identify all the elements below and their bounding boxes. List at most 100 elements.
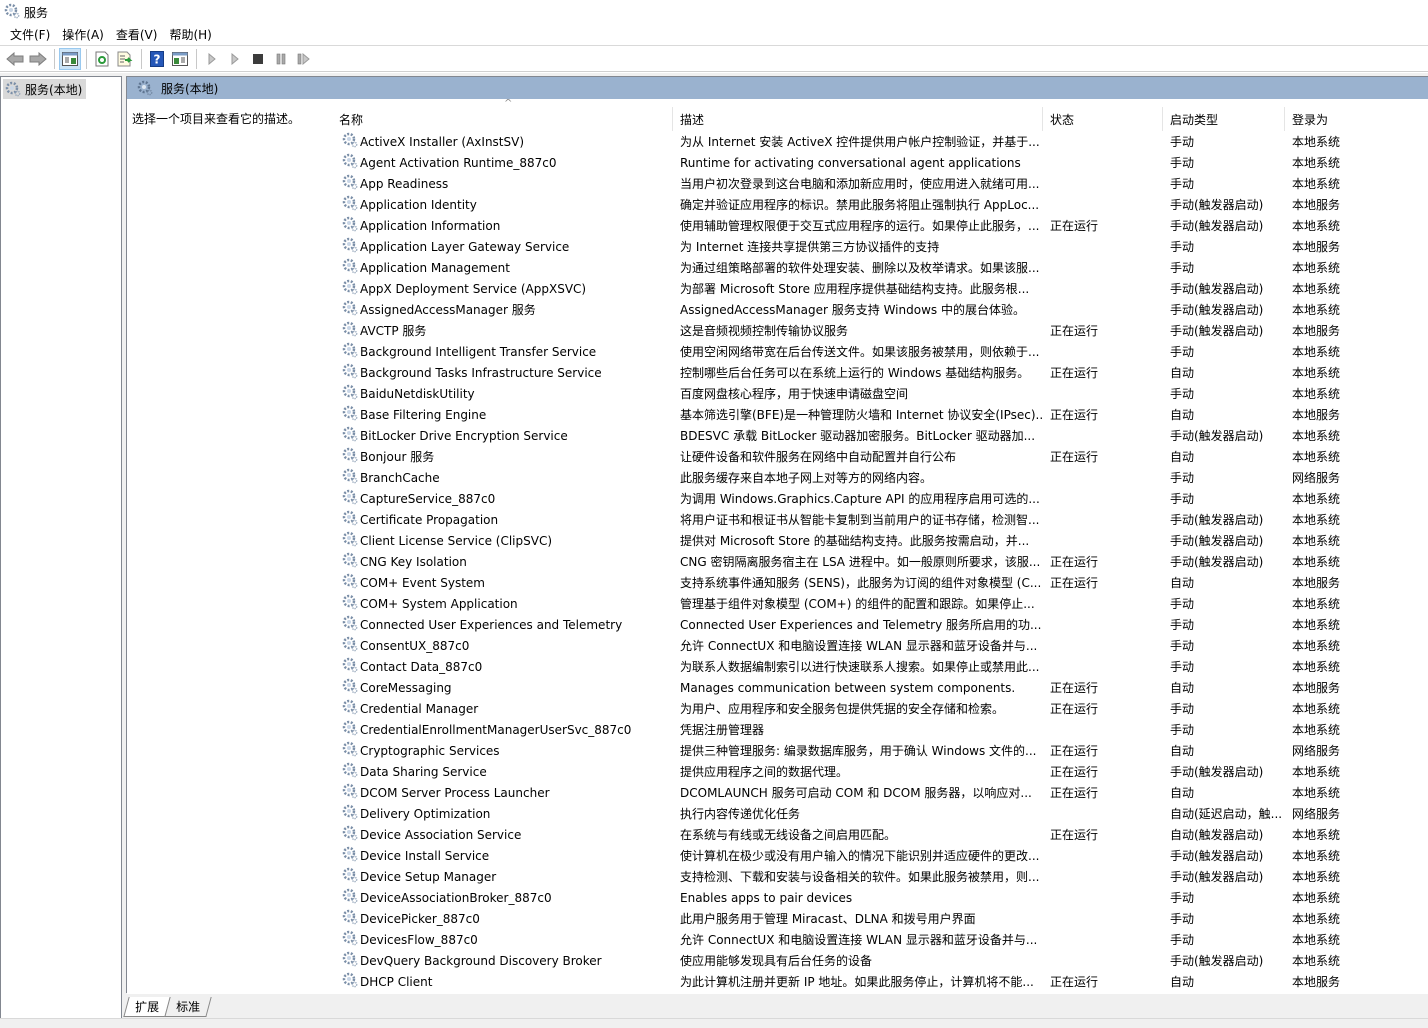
start-service-button[interactable] [201, 48, 223, 70]
service-row[interactable]: BranchCache 此服务缓存来自本地子网上对等方的网络内容。 手动 网络服务 [332, 467, 1428, 488]
service-row[interactable]: Device Association Service 在系统与有线或无线设备之间启… [332, 824, 1428, 845]
start-service-alt-button[interactable] [224, 48, 246, 70]
tree-node-services-local[interactable]: 服务(本地) [3, 79, 87, 99]
service-row[interactable]: Application Layer Gateway Service 为 Inter… [332, 236, 1428, 257]
service-row[interactable]: Bonjour 服务 让硬件设备和软件服务在网络中自动配置并自行公布 正在运行 自动 本… [332, 446, 1428, 467]
service-status: 正在运行 [1050, 555, 1099, 569]
service-row[interactable]: Application Information 使用辅助管理权限便于交互式应用程序… [332, 215, 1428, 236]
service-row[interactable]: BitLocker Drive Encryption Service BDESVC… [332, 425, 1428, 446]
service-row[interactable]: CaptureService_887c0 为调用 Windows.Graphics… [332, 488, 1428, 509]
service-row[interactable]: ConsentUX_887c0 允许 ConnectUX 和电脑设置连接 WLAN… [332, 635, 1428, 656]
column-header-startup-type[interactable]: 启动类型 [1163, 107, 1285, 131]
service-row[interactable]: Application Management 为通过组策略部署的软件处理安装、删除… [332, 257, 1428, 278]
menu-action[interactable]: 操作(A) [56, 26, 110, 43]
service-row[interactable]: BaiduNetdiskUtility 百度网盘核心程序，用于快速申请磁盘空间 手动… [332, 383, 1428, 404]
service-row[interactable]: DevQuery Background Discovery Broker 使应用能… [332, 950, 1428, 971]
tab-extended[interactable]: 扩展 [123, 997, 171, 1017]
pause-service-button[interactable] [270, 48, 292, 70]
service-startup-type: 手动(触发器启动) [1170, 282, 1264, 296]
service-description: 当用户初次登录到这台电脑和添加新应用时，使应用进入就绪可用... [680, 177, 1040, 191]
service-row[interactable]: ActiveX Installer (AxInstSV) 为从 Internet … [332, 131, 1428, 152]
service-row[interactable]: App Readiness 当用户初次登录到这台电脑和添加新应用时，使应用进入就绪… [332, 173, 1428, 194]
service-row[interactable]: Data Sharing Service 提供应用程序之间的数据代理。 正在运行 手动… [332, 761, 1428, 782]
service-row[interactable]: Background Tasks Infrastructure Service 控… [332, 362, 1428, 383]
tab-label: 标准 [176, 1000, 201, 1014]
pane-header: 服务(本地) [127, 77, 1428, 99]
show-hide-action-pane-button[interactable] [169, 48, 191, 70]
service-gear-icon [342, 657, 358, 676]
service-row[interactable]: DeviceAssociationBroker_887c0 Enables app… [332, 887, 1428, 908]
refresh-button[interactable] [91, 48, 113, 70]
services-list[interactable]: 名称 ^ 描述 状态 启动类型 登录为 ActiveX Installer (Ax… [332, 99, 1428, 994]
service-log-on-as: 本地系统 [1292, 135, 1341, 149]
service-row[interactable]: DHCP Client 为此计算机注册并更新 IP 地址。如果此服务停止，计算机将… [332, 971, 1428, 992]
service-row[interactable]: Credential Manager 为用户、应用程序和安全服务包提供凭据的安全存… [332, 698, 1428, 719]
service-startup-type: 自动 [1170, 786, 1195, 800]
service-row[interactable]: CNG Key Isolation CNG 密钥隔离服务宿主在 LSA 进程中。如… [332, 551, 1428, 572]
service-log-on-as: 本地系统 [1292, 177, 1341, 191]
service-row[interactable]: Application Identity 确定并验证应用程序的标识。禁用此服务将阻… [332, 194, 1428, 215]
menu-file[interactable]: 文件(F) [4, 26, 56, 43]
column-header-log-on-as[interactable]: 登录为 [1285, 107, 1428, 131]
service-name-cell: AppX Deployment Service (AppXSVC) [332, 279, 673, 298]
menu-help[interactable]: 帮助(H) [163, 26, 217, 43]
service-row[interactable]: COM+ System Application 管理基于组件对象模型 (COM+)… [332, 593, 1428, 614]
service-description: 提供三种管理服务: 编录数据库服务，用于确认 Windows 文件的... [680, 744, 1037, 758]
service-row[interactable]: Background Intelligent Transfer Service 使… [332, 341, 1428, 362]
service-row[interactable]: DevicesFlow_887c0 允许 ConnectUX 和电脑设置连接 WL… [332, 929, 1428, 950]
service-description: 为用户、应用程序和安全服务包提供凭据的安全存储和检索。 [680, 702, 1005, 716]
service-gear-icon [342, 699, 358, 718]
service-name-cell: CNG Key Isolation [332, 552, 673, 571]
column-header-description[interactable]: 描述 [673, 107, 1043, 131]
resume-service-button[interactable] [293, 48, 315, 70]
service-name-cell: BaiduNetdiskUtility [332, 384, 673, 403]
back-button[interactable] [4, 48, 26, 70]
stop-service-button[interactable] [247, 48, 269, 70]
service-log-on-as: 本地系统 [1292, 639, 1341, 653]
column-header-status[interactable]: 状态 [1043, 107, 1163, 131]
list-rows: ActiveX Installer (AxInstSV) 为从 Internet … [332, 131, 1428, 992]
service-description: 此服务缓存来自本地子网上对等方的网络内容。 [680, 471, 933, 485]
service-startup-type: 手动 [1170, 156, 1195, 170]
service-row[interactable]: COM+ Event System 支持系统事件通知服务 (SENS)，此服务为订… [332, 572, 1428, 593]
menu-view[interactable]: 查看(V) [110, 26, 164, 43]
service-log-on-as: 本地服务 [1292, 975, 1341, 989]
service-row[interactable]: Contact Data_887c0 为联系人数据编制索引以进行快速联系人搜索。如… [332, 656, 1428, 677]
service-row[interactable]: Certificate Propagation 将用户证书和根证书从智能卡复制到当… [332, 509, 1428, 530]
service-row[interactable]: CredentialEnrollmentManagerUserSvc_887c0… [332, 719, 1428, 740]
service-row[interactable]: DevicePicker_887c0 此用户服务用于管理 Miracast、DLN… [332, 908, 1428, 929]
service-row[interactable]: DCOM Server Process Launcher DCOMLAUNCH 服… [332, 782, 1428, 803]
main-area: 服务(本地) 服务(本地) 选择一个项目来查看它的描述。 名称 ^ 描述 状态 启… [0, 73, 1428, 1028]
forward-button[interactable] [27, 48, 49, 70]
service-status: 正在运行 [1050, 744, 1099, 758]
status-bar [0, 1018, 1428, 1028]
show-hide-console-tree-button[interactable] [59, 47, 81, 70]
resume-icon [297, 52, 310, 65]
service-row[interactable]: Base Filtering Engine 基本筛选引擎(BFE)是一种管理防火墙… [332, 404, 1428, 425]
service-log-on-as: 本地系统 [1292, 219, 1341, 233]
export-list-button[interactable] [114, 48, 136, 70]
service-row[interactable]: Cryptographic Services 提供三种管理服务: 编录数据库服务，… [332, 740, 1428, 761]
tab-standard[interactable]: 标准 [164, 997, 212, 1017]
service-log-on-as: 本地系统 [1292, 555, 1341, 569]
service-startup-type: 手动(触发器启动) [1170, 765, 1264, 779]
service-name: Bonjour 服务 [360, 450, 435, 464]
service-gear-icon [342, 636, 358, 655]
service-status: 正在运行 [1050, 450, 1099, 464]
help-button[interactable]: ? [146, 48, 168, 70]
service-gear-icon [342, 531, 358, 550]
service-row[interactable]: AVCTP 服务 这是音频视频控制传输协议服务 正在运行 手动(触发器启动) 本地服务 [332, 320, 1428, 341]
service-row[interactable]: Agent Activation Runtime_887c0 Runtime fo… [332, 152, 1428, 173]
service-name-cell: Certificate Propagation [332, 510, 673, 529]
service-row[interactable]: Delivery Optimization 执行内容传递优化任务 自动(延迟启动，触… [332, 803, 1428, 824]
service-row[interactable]: Device Setup Manager 支持检测、下载和安装与设备相关的软件。如… [332, 866, 1428, 887]
services-gear-icon [4, 3, 20, 22]
service-row[interactable]: Client License Service (ClipSVC) 提供对 Micr… [332, 530, 1428, 551]
column-header-name[interactable]: 名称 ^ [332, 99, 673, 131]
service-row[interactable]: AssignedAccessManager 服务 AssignedAccessMa… [332, 299, 1428, 320]
service-row[interactable]: CoreMessaging Manages communication betwe… [332, 677, 1428, 698]
service-row[interactable]: Device Install Service 使计算机在极少或没有用户输入的情况下… [332, 845, 1428, 866]
service-description: 提供对 Microsoft Store 的基础结构支持。此服务按需启动，并... [680, 534, 1030, 548]
service-row[interactable]: AppX Deployment Service (AppXSVC) 为部署 Mic… [332, 278, 1428, 299]
service-row[interactable]: Connected User Experiences and Telemetry… [332, 614, 1428, 635]
